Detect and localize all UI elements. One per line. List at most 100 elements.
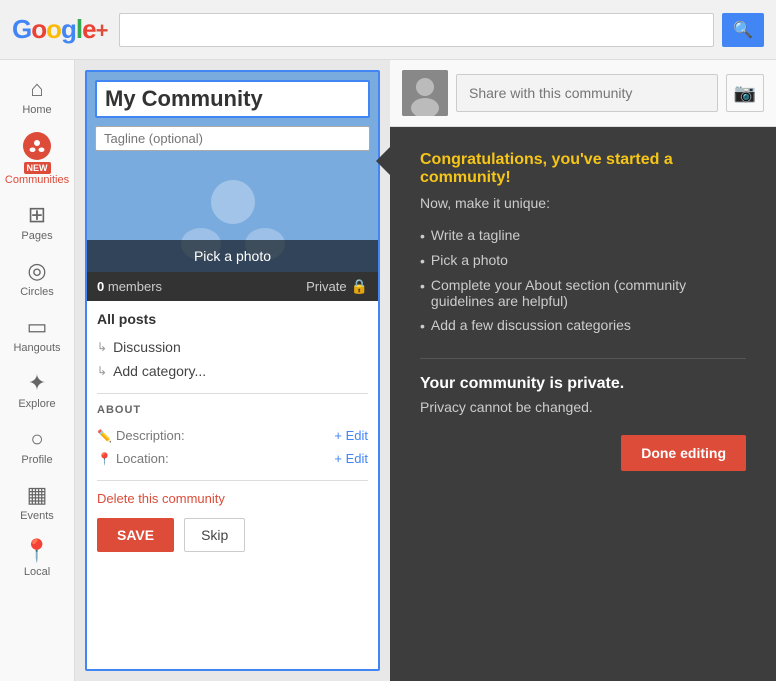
camera-icon: 📷 <box>734 83 756 104</box>
sidebar-item-circles-label: Circles <box>20 286 54 298</box>
description-edit-link[interactable]: + Edit <box>334 428 368 443</box>
google-logo: Google+ <box>12 14 107 45</box>
search-input[interactable] <box>119 13 714 47</box>
sidebar-item-hangouts-label: Hangouts <box>13 342 60 354</box>
tagline-input[interactable] <box>95 126 370 151</box>
privacy-label: Private <box>306 279 346 294</box>
sidebar-item-communities-label: Communities <box>5 174 69 186</box>
sidebar-item-explore[interactable]: ✦ Explore <box>0 362 74 418</box>
sidebar-item-profile-label: Profile <box>21 454 52 466</box>
sidebar-item-pages[interactable]: ⊞ Pages <box>0 194 74 250</box>
home-icon: ⌂ <box>30 76 43 102</box>
add-category-label: Add category... <box>113 363 206 379</box>
card-actions: SAVE Skip <box>97 518 368 562</box>
avatar-image <box>402 70 448 116</box>
sidebar-item-home-label: Home <box>22 104 51 116</box>
sidebar: ⌂ Home NEW Communities ⊞ Pages ◎ Circles… <box>0 60 75 681</box>
skip-button[interactable]: Skip <box>184 518 245 552</box>
about-section-title: ABOUT <box>97 404 368 416</box>
lock-icon: 🔒 <box>351 278 368 295</box>
search-icon: 🔍 <box>733 20 753 40</box>
list-item-text: Add a few discussion categories <box>431 317 631 333</box>
add-category-arrow-icon: ↳ <box>97 364 107 378</box>
main-layout: ⌂ Home NEW Communities ⊞ Pages ◎ Circles… <box>0 60 776 681</box>
nav-item-add-category[interactable]: ↳ Add category... <box>97 359 368 383</box>
congrats-title: Congratulations, you've started a commun… <box>420 151 746 187</box>
divider-2 <box>97 480 368 481</box>
discussion-label: Discussion <box>113 339 181 355</box>
description-row-left: ✏️ Description: <box>97 428 185 443</box>
sidebar-item-hangouts[interactable]: ▭ Hangouts <box>0 306 74 362</box>
location-icon: 📍 <box>97 452 112 466</box>
members-display: 0 members <box>97 279 162 294</box>
about-description-row: ✏️ Description: + Edit <box>97 424 368 447</box>
bullet-icon: • <box>420 253 425 269</box>
sidebar-item-explore-label: Explore <box>18 398 55 410</box>
members-count: 0 <box>97 279 104 294</box>
content-area: Pick a photo 0 members Private 🔒 All pos… <box>75 60 776 681</box>
description-label: Description: <box>116 428 185 443</box>
pencil-icon: ✏️ <box>97 429 112 443</box>
search-button[interactable]: 🔍 <box>722 13 764 47</box>
location-edit-link[interactable]: + Edit <box>334 451 368 466</box>
share-input[interactable] <box>456 74 718 112</box>
local-icon: 📍 <box>23 538 50 564</box>
list-item-text: Complete your About section (community g… <box>431 277 746 309</box>
bullet-icon: • <box>420 278 425 294</box>
sidebar-item-events[interactable]: ▦ Events <box>0 474 74 530</box>
pick-photo-button[interactable]: Pick a photo <box>87 240 378 272</box>
divider-1 <box>97 393 368 394</box>
about-location-row: 📍 Location: + Edit <box>97 447 368 470</box>
pages-icon: ⊞ <box>28 202 46 228</box>
save-button[interactable]: SAVE <box>97 518 174 552</box>
list-item: • Complete your About section (community… <box>420 273 746 313</box>
community-card: Pick a photo 0 members Private 🔒 All pos… <box>85 70 380 671</box>
topbar: Google+ 🔍 <box>0 0 776 60</box>
privacy-status: Private 🔒 <box>306 278 368 295</box>
list-item: • Add a few discussion categories <box>420 313 746 338</box>
list-item: • Write a tagline <box>420 223 746 248</box>
sidebar-item-communities[interactable]: NEW Communities <box>0 124 74 194</box>
sidebar-item-home[interactable]: ⌂ Home <box>0 68 74 124</box>
events-icon: ▦ <box>27 482 48 508</box>
congrats-list: • Write a tagline • Pick a photo • Compl… <box>420 223 746 338</box>
congrats-divider <box>420 358 746 359</box>
nav-item-discussion[interactable]: ↳ Discussion <box>97 335 368 359</box>
bullet-icon: • <box>420 318 425 334</box>
private-title: Your community is private. <box>420 375 746 393</box>
done-editing-button[interactable]: Done editing <box>621 435 746 471</box>
sidebar-item-circles[interactable]: ◎ Circles <box>0 250 74 306</box>
delete-community-link[interactable]: Delete this community <box>97 491 368 506</box>
communities-icon <box>23 132 51 160</box>
location-label: Location: <box>116 451 169 466</box>
sidebar-item-pages-label: Pages <box>21 230 52 242</box>
location-row-left: 📍 Location: <box>97 451 169 466</box>
camera-button[interactable]: 📷 <box>726 74 764 112</box>
discussion-arrow-icon: ↳ <box>97 340 107 354</box>
circles-icon: ◎ <box>27 258 46 284</box>
congrats-subtitle: Now, make it unique: <box>420 195 746 211</box>
members-row: 0 members Private 🔒 <box>87 272 378 301</box>
card-header: Pick a photo <box>87 72 378 272</box>
panel-arrow <box>376 147 390 175</box>
list-item-text: Pick a photo <box>431 252 508 268</box>
private-desc: Privacy cannot be changed. <box>420 399 746 415</box>
list-item: • Pick a photo <box>420 248 746 273</box>
pick-photo-label: Pick a photo <box>194 248 271 264</box>
bullet-icon: • <box>420 228 425 244</box>
right-panel: 📷 Congratulations, you've started a comm… <box>390 60 776 681</box>
profile-icon: ○ <box>30 426 43 452</box>
all-posts-link[interactable]: All posts <box>97 311 368 327</box>
share-bar: 📷 <box>390 60 776 127</box>
sidebar-item-local[interactable]: 📍 Local <box>0 530 74 586</box>
sidebar-item-profile[interactable]: ○ Profile <box>0 418 74 474</box>
sidebar-item-events-label: Events <box>20 510 54 522</box>
card-body: All posts ↳ Discussion ↳ Add category...… <box>87 301 378 572</box>
list-item-text: Write a tagline <box>431 227 520 243</box>
members-label: members <box>108 279 162 294</box>
hangouts-icon: ▭ <box>27 314 48 340</box>
sidebar-item-local-label: Local <box>24 566 50 578</box>
explore-icon: ✦ <box>28 370 46 396</box>
community-name-input[interactable] <box>95 80 370 118</box>
communities-new-badge: NEW <box>24 162 51 174</box>
